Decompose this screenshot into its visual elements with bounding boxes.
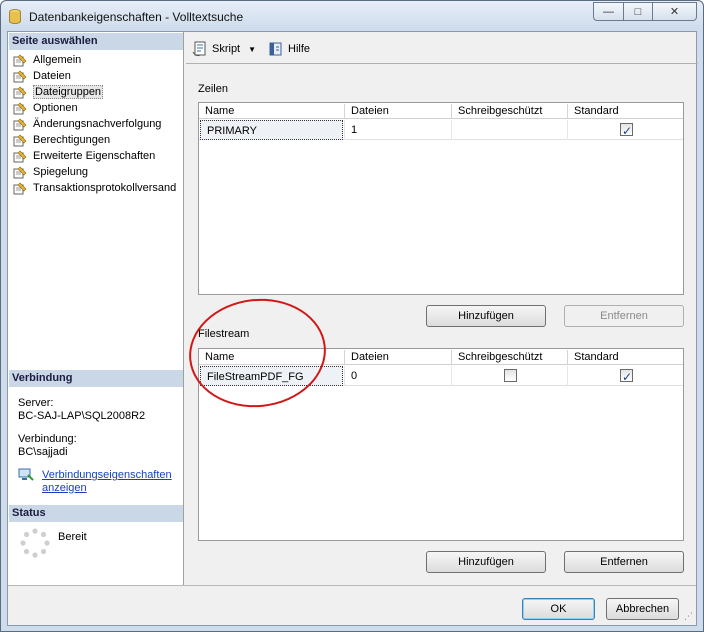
column-header-files[interactable]: Dateien: [344, 350, 451, 364]
sidebar-item[interactable]: Optionen: [13, 100, 176, 116]
toolbar: Skript ▼ Hilfe: [192, 40, 322, 58]
row-files-cell[interactable]: 0: [344, 366, 451, 386]
connection-properties-link[interactable]: Verbindungseigenschaften: [42, 469, 172, 481]
cancel-button[interactable]: Abbrechen: [606, 598, 679, 620]
sidebar-item-label: Erweiterte Eigenschaften: [33, 150, 156, 162]
help-label: Hilfe: [288, 43, 311, 55]
sidebar-item[interactable]: Dateigruppen: [13, 84, 176, 100]
page-icon: [13, 166, 27, 178]
status-header: Status: [9, 505, 183, 522]
script-icon: [192, 41, 206, 57]
sidebar-item-label: Spiegelung: [33, 166, 89, 178]
connection-value: BC\sajjadi: [18, 446, 68, 458]
page-icon: [13, 182, 27, 194]
sidebar-item[interactable]: Dateien: [13, 68, 176, 84]
row-default-cell: [567, 120, 683, 141]
column-header-name[interactable]: Name: [199, 104, 344, 118]
page-icon: [13, 134, 27, 146]
select-page-header: Seite auswählen: [9, 33, 183, 50]
dialog-footer: OK Abbrechen ⋰: [8, 585, 696, 625]
column-header-default[interactable]: Standard: [567, 350, 683, 364]
rows-add-button[interactable]: Hinzufügen: [426, 305, 546, 327]
column-header-readonly[interactable]: Schreibgeschützt: [451, 350, 567, 364]
help-button[interactable]: Hilfe: [268, 41, 310, 57]
row-readonly-cell: [451, 120, 567, 140]
rows-grid[interactable]: Name Dateien Schreibgeschützt Standard P…: [198, 102, 684, 295]
sidebar-item[interactable]: Berechtigungen: [13, 132, 176, 148]
page-list: Allgemein Dateien Dateigruppen Optionen Ände…: [13, 52, 176, 196]
rows-section-label: Zeilen: [198, 83, 228, 95]
sidebar-item-label: Dateien: [33, 70, 71, 82]
sidebar-item-label: Berechtigungen: [33, 134, 111, 146]
sidebar-item[interactable]: Spiegelung: [13, 164, 176, 180]
filestream-remove-button[interactable]: Entfernen: [564, 551, 684, 573]
sidebar-item-label: Dateigruppen: [33, 85, 104, 99]
column-header-readonly[interactable]: Schreibgeschützt: [451, 104, 567, 118]
page-icon: [13, 86, 27, 98]
sidebar-item-label: Transaktionsprotokollversand: [33, 182, 177, 194]
connection-properties-link-line2[interactable]: anzeigen: [42, 482, 87, 494]
row-name-cell[interactable]: PRIMARY: [200, 120, 343, 140]
table-row[interactable]: PRIMARY 1: [199, 120, 683, 141]
sidebar-item[interactable]: Transaktionsprotokollversand: [13, 180, 176, 196]
server-label: Server:: [18, 397, 54, 409]
database-icon: [9, 9, 21, 24]
sidebar-item-label: Änderungsnachverfolgung: [33, 118, 162, 130]
maximize-button[interactable]: □: [623, 2, 653, 21]
close-button[interactable]: ✕: [653, 2, 697, 21]
window-title: Datenbankeigenschaften - Volltextsuche: [29, 10, 244, 24]
row-files-cell[interactable]: 1: [344, 120, 451, 140]
rows-grid-header: Name Dateien Schreibgeschützt Standard: [199, 103, 683, 119]
script-button[interactable]: Skript ▼: [192, 41, 256, 57]
readonly-checkbox[interactable]: [504, 369, 517, 382]
filestream-add-button[interactable]: Hinzufügen: [426, 551, 546, 573]
sidebar-item[interactable]: Erweiterte Eigenschaften: [13, 148, 176, 164]
connection-properties-icon: [18, 468, 34, 481]
sidebar-item-label: Optionen: [33, 102, 78, 114]
sidebar-item-label: Allgemein: [33, 54, 82, 66]
dialog-window: Datenbankeigenschaften - Volltextsuche —…: [0, 0, 704, 632]
rows-remove-button[interactable]: Entfernen: [564, 305, 684, 327]
ok-button[interactable]: OK: [522, 598, 595, 620]
connection-label: Verbindung:: [18, 433, 77, 445]
default-checkbox[interactable]: [620, 121, 633, 141]
row-default-cell: [567, 366, 683, 387]
sidebar-item[interactable]: Änderungsnachverfolgung: [13, 116, 176, 132]
connection-header: Verbindung: [9, 370, 183, 387]
column-header-default[interactable]: Standard: [567, 104, 683, 118]
toolbar-separator: [186, 63, 698, 64]
default-checkbox[interactable]: [620, 367, 633, 387]
resize-grip-icon[interactable]: ⋰: [684, 611, 693, 622]
help-icon: [269, 42, 282, 56]
page-icon: [13, 54, 27, 66]
sidebar-item[interactable]: Allgemein: [13, 52, 176, 68]
chevron-down-icon[interactable]: ▼: [248, 45, 256, 54]
server-value: BC-SAJ-LAP\SQL2008R2: [18, 410, 146, 422]
title-bar: Datenbankeigenschaften - Volltextsuche —…: [1, 1, 703, 31]
column-header-files[interactable]: Dateien: [344, 104, 451, 118]
progress-spinner-icon: [20, 528, 50, 558]
page-icon: [13, 70, 27, 82]
script-label: Skript: [212, 43, 241, 55]
dialog-client-area: Seite auswählen Allgemein Dateien Dateigru…: [7, 31, 698, 626]
row-readonly-cell: [451, 366, 567, 386]
left-pane: Seite auswählen Allgemein Dateien Dateigru…: [8, 32, 184, 585]
page-icon: [13, 102, 27, 114]
status-value: Bereit: [58, 531, 87, 543]
page-icon: [13, 118, 27, 130]
minimize-button[interactable]: —: [593, 2, 623, 21]
page-icon: [13, 150, 27, 162]
